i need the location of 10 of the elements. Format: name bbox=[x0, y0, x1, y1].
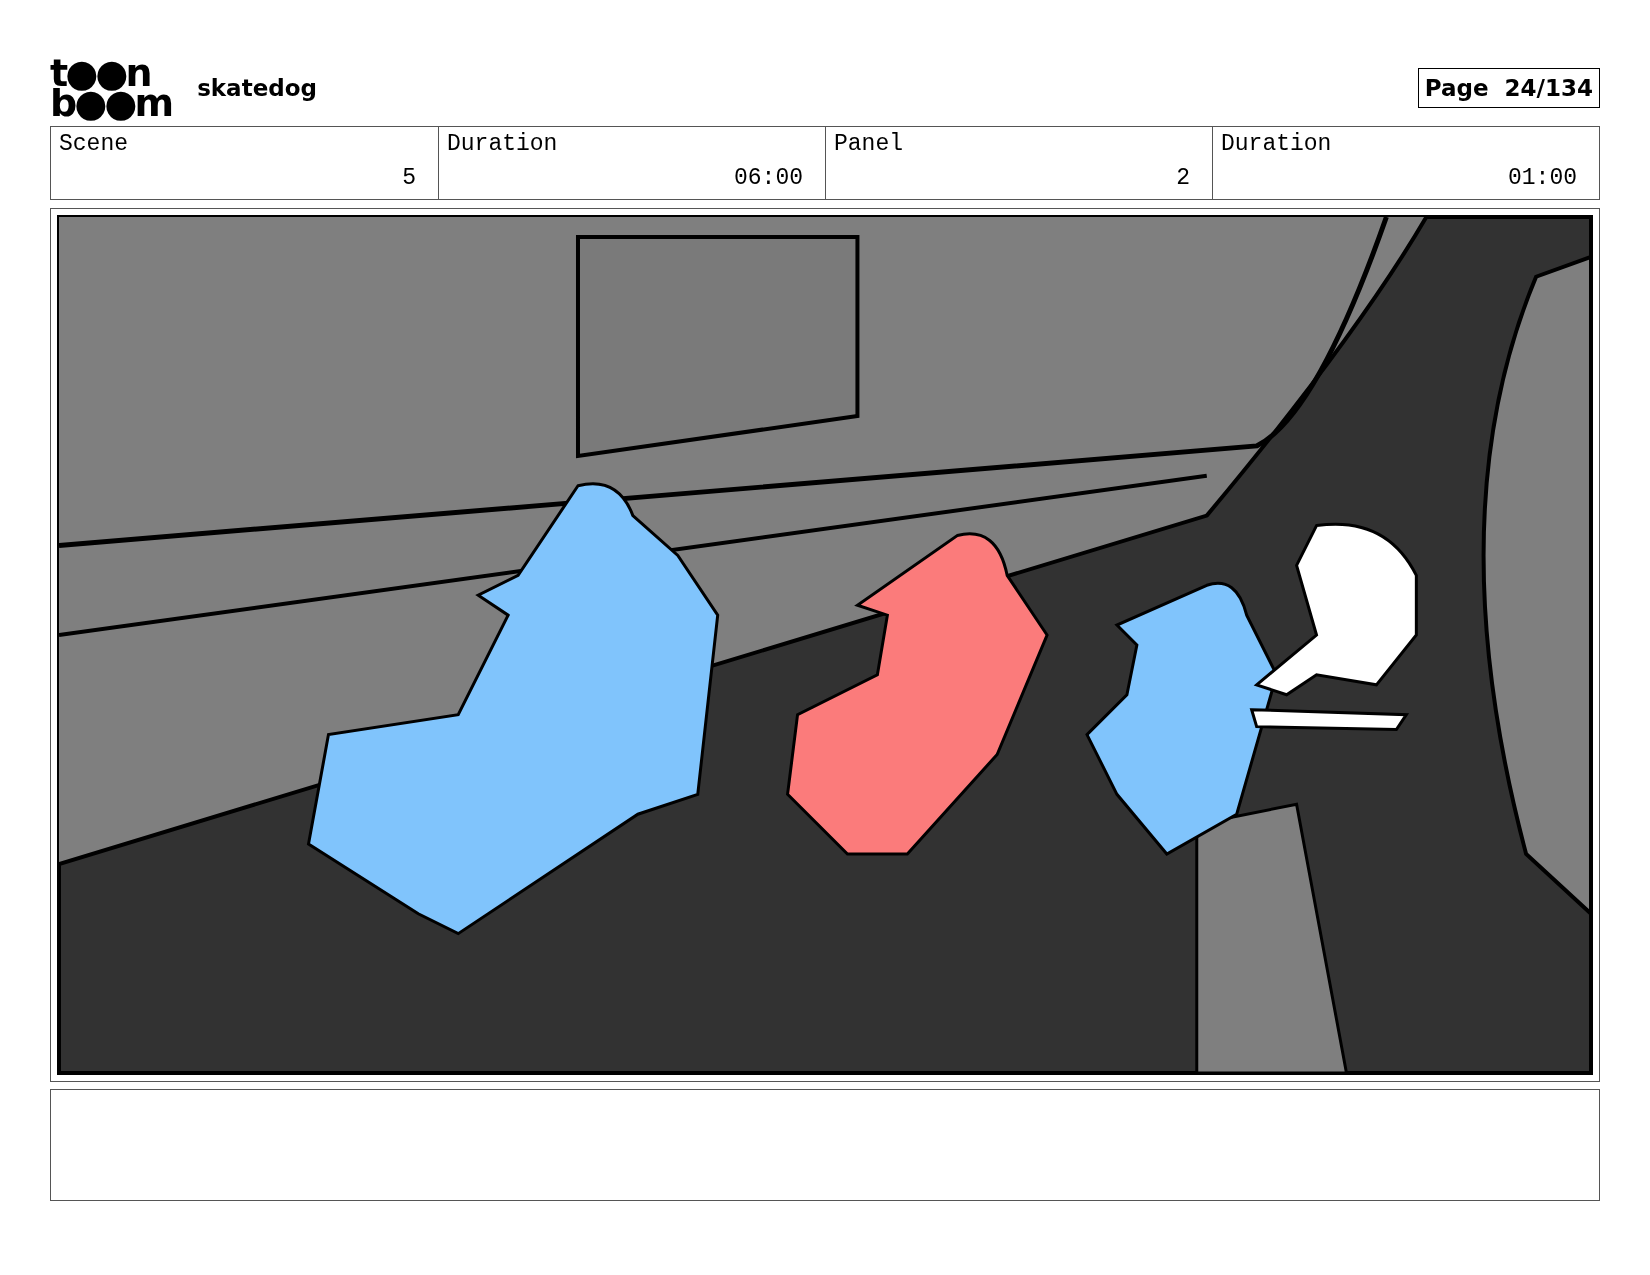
field-label: Duration bbox=[447, 131, 559, 157]
project-title: skatedog bbox=[197, 75, 317, 101]
field-value: 5 bbox=[402, 165, 416, 191]
field-label: Panel bbox=[834, 131, 904, 157]
field-label: Duration bbox=[1221, 131, 1333, 157]
field-value: 01:00 bbox=[1508, 165, 1577, 191]
field-label: Scene bbox=[59, 131, 129, 157]
field-value: 2 bbox=[1176, 165, 1190, 191]
page-number: Page 24/134 bbox=[1417, 68, 1600, 108]
field-value: 06:00 bbox=[734, 165, 803, 191]
